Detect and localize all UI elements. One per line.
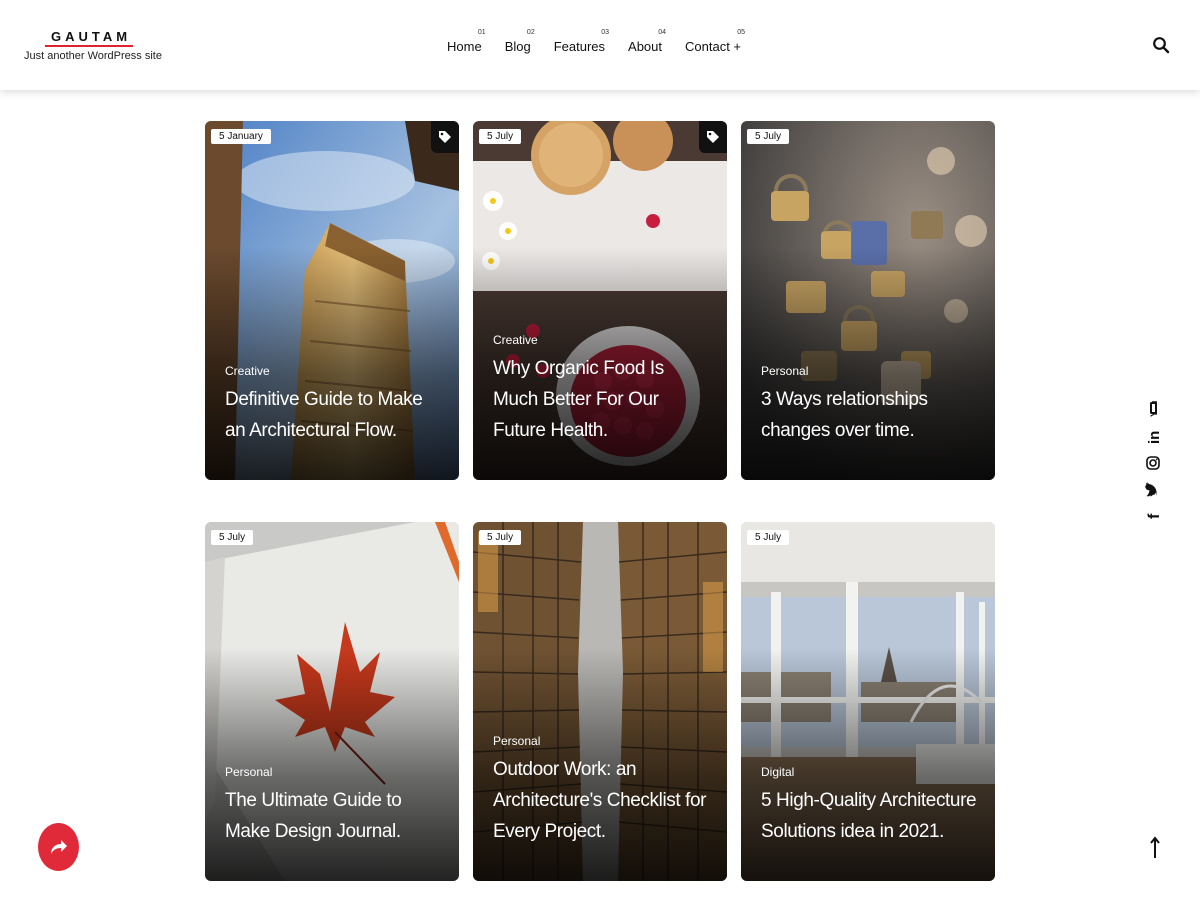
main-nav: 01 Home 02 Blog 03 Features 04 About 05 … bbox=[447, 29, 764, 54]
post-card[interactable]: 5 July Personal Outdoor Work: an Archite… bbox=[473, 522, 727, 881]
facebook-icon[interactable]: f bbox=[1141, 502, 1165, 528]
site-title[interactable]: GAUTAM bbox=[44, 29, 134, 47]
search-icon[interactable] bbox=[1152, 36, 1170, 54]
nav-number: 04 bbox=[658, 29, 667, 36]
svg-text:f: f bbox=[1146, 513, 1163, 519]
tag-icon[interactable] bbox=[699, 121, 727, 153]
post-card[interactable]: 5 July Digital 5 High-Quality Architectu… bbox=[741, 522, 995, 881]
nav-item-blog[interactable]: 02 Blog bbox=[505, 29, 535, 54]
nav-number: 01 bbox=[477, 29, 486, 36]
post-title[interactable]: Why Organic Food Is Much Better For Our … bbox=[493, 353, 711, 446]
social-links: You in f bbox=[1141, 398, 1165, 528]
post-category[interactable]: Personal bbox=[761, 364, 979, 378]
post-category[interactable]: Personal bbox=[225, 765, 443, 779]
nav-number: 03 bbox=[601, 29, 610, 36]
nav-item-contact[interactable]: 05 Contact + bbox=[685, 29, 745, 54]
youtube-icon[interactable]: You bbox=[1141, 398, 1165, 424]
site-header: GAUTAM Just another WordPress site 01 Ho… bbox=[0, 0, 1200, 90]
post-title[interactable]: 5 High-Quality Architecture Solutions id… bbox=[761, 785, 979, 847]
post-category[interactable]: Digital bbox=[761, 765, 979, 779]
post-title[interactable]: Definitive Guide to Make an Architectura… bbox=[225, 384, 443, 446]
nav-item-home[interactable]: 01 Home bbox=[447, 29, 486, 54]
arrow-up-icon bbox=[1150, 836, 1160, 858]
nav-label: Home bbox=[447, 39, 482, 54]
post-date: 5 January bbox=[211, 129, 271, 144]
post-content: Personal Outdoor Work: an Architecture's… bbox=[493, 734, 711, 847]
post-title[interactable]: The Ultimate Guide to Make Design Journa… bbox=[225, 785, 443, 847]
share-button[interactable] bbox=[38, 823, 79, 871]
post-card[interactable]: 5 July Personal The Ultimate Guide to Ma… bbox=[205, 522, 459, 881]
post-category[interactable]: Personal bbox=[493, 734, 711, 748]
post-card[interactable]: 5 July Personal 3 Ways relationships cha… bbox=[741, 121, 995, 480]
tag-icon[interactable] bbox=[431, 121, 459, 153]
post-content: Creative Why Organic Food Is Much Better… bbox=[493, 333, 711, 446]
instagram-icon[interactable] bbox=[1141, 450, 1165, 476]
nav-label: Features bbox=[553, 39, 606, 54]
post-date: 5 July bbox=[747, 530, 790, 545]
post-content: Personal 3 Ways relationships changes ov… bbox=[761, 364, 979, 446]
nav-number: 02 bbox=[526, 29, 535, 36]
twitter-icon[interactable] bbox=[1141, 476, 1165, 502]
nav-item-features[interactable]: 03 Features bbox=[553, 29, 609, 54]
post-date: 5 July bbox=[479, 530, 522, 545]
scroll-to-top-button[interactable] bbox=[1148, 836, 1162, 860]
site-tagline: Just another WordPress site bbox=[24, 50, 162, 62]
post-category[interactable]: Creative bbox=[493, 333, 711, 347]
post-title[interactable]: 3 Ways relationships changes over time. bbox=[761, 384, 979, 446]
post-date: 5 July bbox=[211, 530, 254, 545]
site-logo[interactable]: GAUTAM Just another WordPress site bbox=[24, 28, 162, 62]
post-card[interactable]: 5 January Creative Definitive Guide to M… bbox=[205, 121, 459, 480]
nav-number: 05 bbox=[737, 29, 746, 36]
post-date: 5 July bbox=[747, 129, 790, 144]
svg-text:in: in bbox=[1146, 431, 1163, 444]
nav-item-about[interactable]: 04 About bbox=[628, 29, 666, 54]
linkedin-icon[interactable]: in bbox=[1141, 424, 1165, 450]
post-category[interactable]: Creative bbox=[225, 364, 443, 378]
nav-label: Contact + bbox=[685, 39, 742, 54]
share-icon bbox=[50, 840, 67, 854]
post-date: 5 July bbox=[479, 129, 522, 144]
post-content: Digital 5 High-Quality Architecture Solu… bbox=[761, 765, 979, 847]
post-content: Personal The Ultimate Guide to Make Desi… bbox=[225, 765, 443, 847]
post-title[interactable]: Outdoor Work: an Architecture's Checklis… bbox=[493, 754, 711, 847]
post-content: Creative Definitive Guide to Make an Arc… bbox=[225, 364, 443, 446]
nav-label: About bbox=[628, 39, 663, 54]
post-card[interactable]: 5 July Creative Why Organic Food Is Much… bbox=[473, 121, 727, 480]
